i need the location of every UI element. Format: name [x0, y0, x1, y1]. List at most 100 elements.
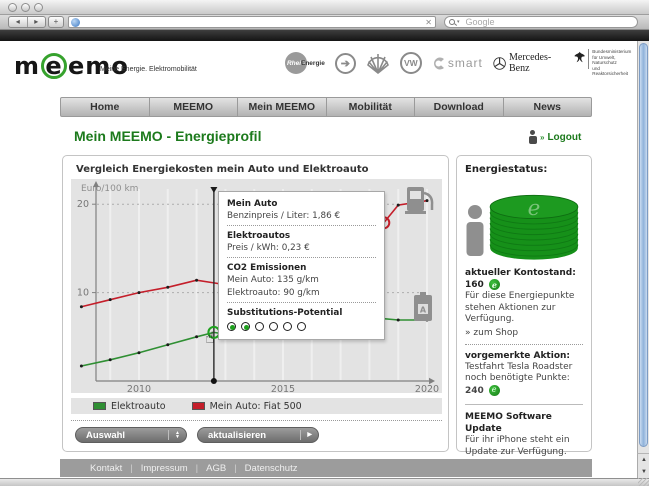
legend-swatch: [93, 402, 106, 410]
brand-tagline: Meine Energie. Elektromobilität: [100, 66, 197, 73]
address-bar[interactable]: ✕: [68, 16, 436, 28]
vertical-scrollbar[interactable]: [637, 41, 649, 453]
energy-coin-icon: e: [489, 279, 500, 290]
logo-letter: e: [68, 52, 85, 80]
shell-logo: [366, 52, 390, 74]
dotted-divider: [465, 344, 583, 345]
aktualisieren-button[interactable]: aktualisieren ▶: [197, 427, 319, 443]
potential-dot-empty[interactable]: [297, 322, 306, 331]
battery-icon: A: [414, 292, 432, 321]
smart-c-icon: [432, 57, 445, 70]
legend-item: Elektroauto: [93, 401, 166, 412]
mercedes-logo: Mercedes-Benz: [493, 52, 564, 74]
chart-legend: Elektroauto Mein Auto: Fiat 500: [71, 398, 442, 414]
close-window-button[interactable]: [8, 3, 17, 12]
footer-separator: |: [130, 463, 132, 474]
punkte-line: noch benötigte Punkte: 240 e: [465, 373, 583, 397]
minimize-window-button[interactable]: [21, 3, 30, 12]
history-nav-buttons[interactable]: ◂ ▸: [8, 16, 46, 28]
auswahl-select[interactable]: Auswahl ▲▼: [75, 427, 187, 443]
footer-link-kontakt[interactable]: Kontakt: [90, 463, 122, 474]
energy-balance-graphic: e: [465, 179, 583, 267]
user-icon: [528, 130, 537, 144]
footer-link-agb[interactable]: AGB: [206, 463, 226, 474]
potential-dot-empty[interactable]: [269, 322, 278, 331]
nav-tab-download[interactable]: Download: [415, 98, 504, 116]
logout-arrows: »: [540, 133, 544, 142]
tooltip-section-title: Substitutions-Potential: [227, 308, 376, 318]
search-placeholder: Google: [466, 17, 495, 27]
federal-eagle-icon: [574, 49, 585, 65]
logo-green-circle-e: e: [41, 53, 67, 79]
resize-grip-icon[interactable]: [638, 478, 649, 486]
new-tab-button[interactable]: +: [48, 16, 64, 28]
submit-arrow-icon: ▶: [300, 430, 318, 440]
scroll-up-arrow-icon[interactable]: ▲: [638, 454, 649, 466]
footer-link-impressum[interactable]: Impressum: [141, 463, 188, 474]
potential-dot-empty[interactable]: [255, 322, 264, 331]
page-top-dark-band: [0, 30, 649, 41]
energy-status-sidebar: Energiestatus: e aktueller Kontostand:: [456, 155, 592, 452]
svg-text:2015: 2015: [271, 384, 295, 393]
nav-tab-home[interactable]: Home: [61, 98, 150, 116]
zum-shop-link[interactable]: » zum Shop: [465, 327, 583, 339]
search-input[interactable]: ▾ Google: [444, 16, 638, 28]
svg-text:A: A: [420, 306, 427, 315]
arrow-circle-logo: ➔: [335, 53, 356, 74]
potential-dot-empty[interactable]: [283, 322, 292, 331]
sidebar-heading: Energiestatus:: [465, 164, 583, 175]
legend-item: Mein Auto: Fiat 500: [192, 401, 302, 412]
chart-tooltip: Mein Auto Benzinpreis / Liter: 1,86 € El…: [218, 191, 385, 340]
scrollbar-arrows[interactable]: ▲ ▼: [637, 453, 649, 478]
mercedes-star-icon: [493, 56, 506, 71]
page-title: Mein MEEMO - Energieprofil: [74, 128, 261, 144]
person-icon: [465, 205, 485, 257]
nav-tab-mein-meemo[interactable]: Mein MEEMO: [238, 98, 327, 116]
substitution-potential-dots: [227, 322, 376, 331]
browser-toolbar: ◂ ▸ + ✕ ▾ Google: [0, 15, 649, 30]
chart-controls: Auswahl ▲▼ aktualisieren ▶: [75, 427, 319, 443]
solid-divider: [465, 404, 583, 405]
legend-swatch: [192, 402, 205, 410]
nav-tab-mobilität[interactable]: Mobilität: [327, 98, 416, 116]
tooltip-section-title: Elektroautos: [227, 231, 376, 241]
main-navigation: HomeMEEMOMein MEEMOMobilitätDownloadNews: [60, 97, 592, 117]
svg-text:2010: 2010: [127, 384, 151, 393]
window-titlebar[interactable]: [0, 0, 649, 15]
svg-text:10: 10: [77, 288, 89, 299]
potential-dot-filled[interactable]: [241, 322, 250, 331]
nav-tab-news[interactable]: News: [504, 98, 592, 116]
bmu-logo: Bundesministerium für Umwelt, Naturschut…: [574, 49, 635, 77]
energy-coin-stack-icon: e: [483, 179, 585, 267]
zoom-window-button[interactable]: [34, 3, 43, 12]
nav-tab-meemo[interactable]: MEEMO: [150, 98, 239, 116]
forward-button[interactable]: ▸: [28, 17, 46, 27]
search-icon: [449, 19, 455, 25]
energy-coin-icon: e: [489, 385, 500, 396]
potential-dot-filled[interactable]: [227, 322, 236, 331]
clear-url-icon[interactable]: ✕: [425, 17, 432, 28]
kontostand-line: aktueller Kontostand: 160 e: [465, 267, 583, 291]
footer-links-bar: Kontakt | Impressum | AGB | Datenschutz: [60, 459, 592, 477]
select-updown-icon: ▲▼: [168, 430, 186, 440]
browser-statusbar: [0, 478, 649, 486]
site-favicon-globe-icon: [71, 18, 80, 27]
energy-profile-panel: Vergleich Energiekosten mein Auto und El…: [62, 155, 449, 452]
rheinenergie-logo: Rhein Energie: [285, 52, 325, 74]
footer-link-datenschutz[interactable]: Datenschutz: [245, 463, 298, 474]
tooltip-section-title: Mein Auto: [227, 199, 376, 209]
logo-letter: m: [14, 52, 40, 80]
footer-separator: |: [234, 463, 236, 474]
partner-logos-row: Rhein Energie ➔ VW smart Mercedes: [285, 46, 635, 80]
footer-separator: |: [196, 463, 198, 474]
hand-cursor-icon: ☝: [205, 328, 215, 347]
scrollbar-thumb[interactable]: [639, 43, 648, 447]
logout-button[interactable]: » Logout: [528, 130, 581, 144]
svg-text:20: 20: [77, 199, 89, 210]
scroll-down-arrow-icon[interactable]: ▼: [638, 466, 649, 478]
back-button[interactable]: ◂: [9, 17, 28, 27]
smart-logo: smart: [432, 56, 483, 70]
svg-text:e: e: [528, 196, 541, 221]
search-options-chevron-icon[interactable]: ▾: [457, 19, 460, 25]
svg-text:2020: 2020: [415, 384, 439, 393]
